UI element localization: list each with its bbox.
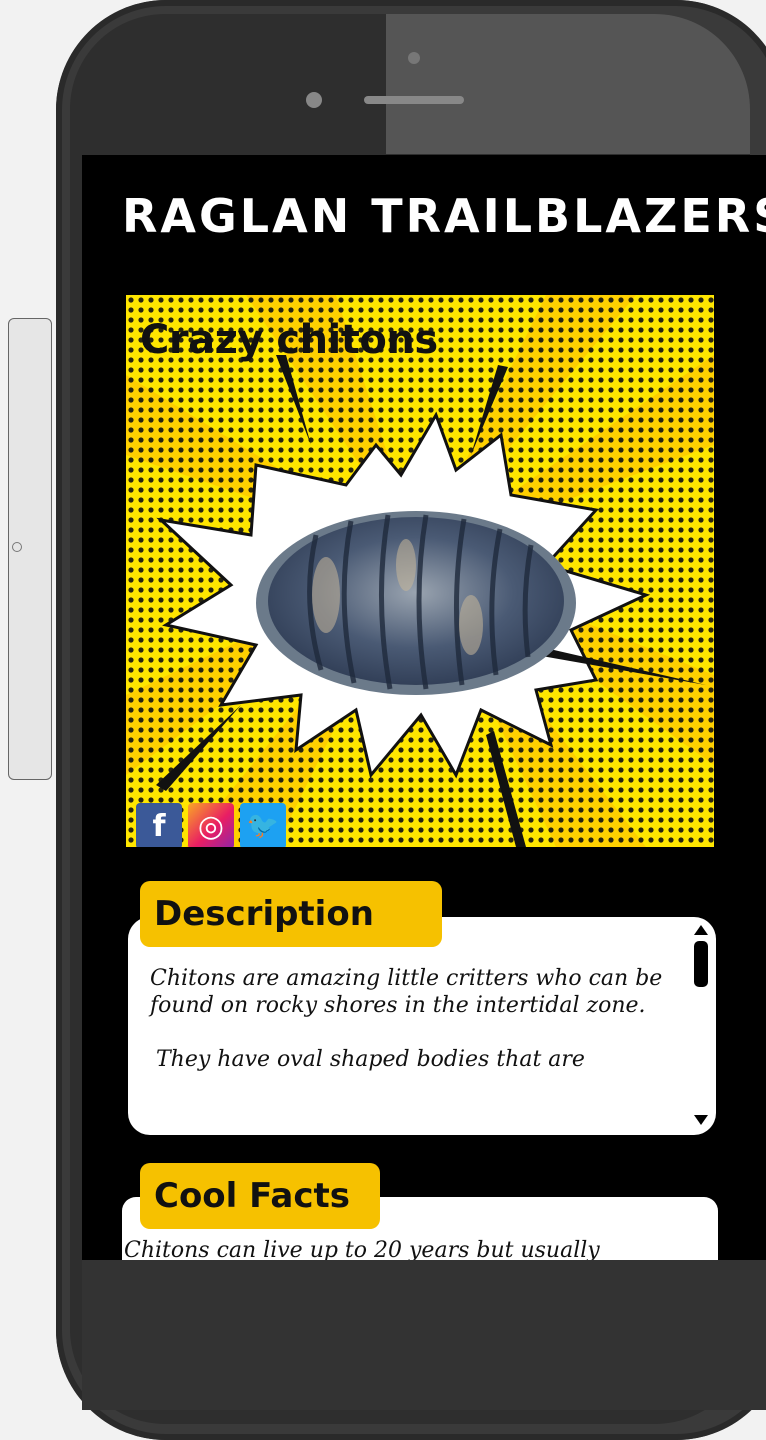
description-text: Chitons are amazing little critters who … bbox=[150, 965, 670, 1100]
app-title: RAGLAN TRAILBLAZERS bbox=[122, 189, 766, 243]
hero-poster: Crazy chitons f ◎ 🐦 bbox=[126, 295, 714, 847]
description-paragraph: Chitons are amazing little critters who … bbox=[150, 966, 663, 1018]
description-paragraph: They have oval shaped bodies that are bbox=[156, 1047, 585, 1072]
side-button-indicator bbox=[12, 542, 22, 552]
description-card[interactable]: Chitons are amazing little critters who … bbox=[128, 917, 716, 1135]
scroll-thumb[interactable] bbox=[694, 941, 708, 987]
earpiece-speaker bbox=[364, 96, 464, 104]
phone-bottom-bezel bbox=[82, 1260, 766, 1410]
scroll-up-icon[interactable] bbox=[694, 925, 708, 935]
app-screen: RAGLAN TRAILBLAZERS Crazy chitons f ◎ 🐦 … bbox=[82, 155, 766, 1260]
bezel-glare bbox=[386, 14, 750, 154]
description-scrollbar[interactable] bbox=[692, 925, 710, 1125]
social-links: f ◎ 🐦 bbox=[136, 803, 286, 847]
scroll-down-icon[interactable] bbox=[694, 1115, 708, 1125]
instagram-icon[interactable]: ◎ bbox=[188, 803, 234, 847]
front-camera bbox=[306, 92, 322, 108]
facts-heading: Cool Facts bbox=[140, 1163, 380, 1229]
description-heading: Description bbox=[140, 881, 442, 947]
hero-artwork bbox=[126, 295, 714, 847]
facts-text: Chitons can live up to 20 years but usua… bbox=[124, 1238, 600, 1260]
hero-title: Crazy chitons bbox=[140, 317, 438, 363]
proximity-sensor bbox=[408, 52, 420, 64]
twitter-icon[interactable]: 🐦 bbox=[240, 803, 286, 847]
facebook-icon[interactable]: f bbox=[136, 803, 182, 847]
